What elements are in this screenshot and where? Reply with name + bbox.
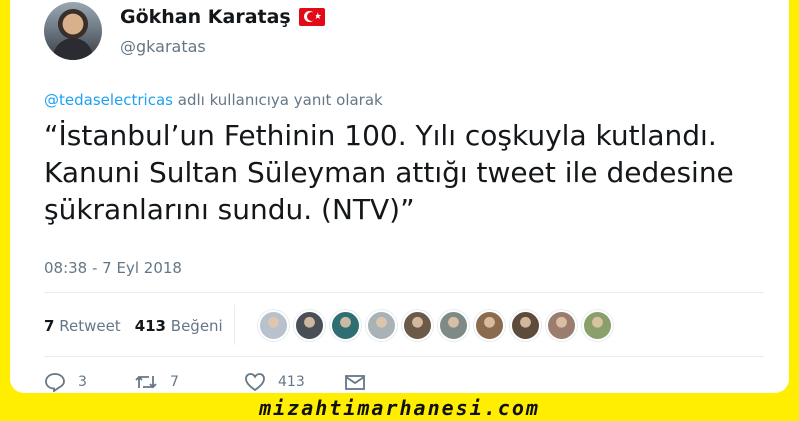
retweet-count: 7: [170, 374, 179, 390]
liker-avatar[interactable]: [366, 310, 397, 341]
like-stat-count: 413: [134, 317, 166, 335]
liker-avatar[interactable]: [474, 310, 505, 341]
user-name-row: Gökhan Karataş ★: [120, 6, 325, 28]
tweet-timestamp[interactable]: 08:38 - 7 Eyl 2018: [44, 259, 182, 277]
like-stat[interactable]: 413 Beğeni: [135, 317, 223, 335]
tweet-card: Gökhan Karataş ★ @gkaratas @tedaselectri…: [10, 0, 789, 393]
direct-message-button[interactable]: [344, 373, 366, 391]
liker-avatar[interactable]: [510, 310, 541, 341]
stats-separator: [234, 305, 235, 345]
tweet-text: “İstanbul’un Fethinin 100. Yılı coşkuyla…: [44, 119, 734, 226]
turkey-flag-icon: ★: [298, 8, 325, 26]
divider: [44, 292, 764, 293]
retweet-stat-label: Retweet: [59, 317, 121, 335]
retweet-icon: [135, 375, 157, 389]
reply-icon: [45, 373, 65, 392]
reply-count: 3: [78, 374, 87, 390]
liker-avatars: [258, 310, 613, 341]
reply-context: @tedaselectricas adlı kullanıcıya yanıt …: [44, 91, 383, 109]
liker-avatar[interactable]: [582, 310, 613, 341]
like-button[interactable]: 413: [244, 372, 344, 392]
engagement-stats: 7 Retweet 413 Beğeni: [44, 317, 223, 335]
liker-avatar[interactable]: [258, 310, 289, 341]
like-count: 413: [278, 374, 305, 390]
retweet-stat[interactable]: 7 Retweet: [44, 317, 121, 335]
watermark-text: mizahtimarhanesi.com: [259, 396, 540, 420]
divider: [44, 356, 764, 357]
liker-avatar[interactable]: [402, 310, 433, 341]
envelope-icon: [345, 375, 365, 390]
liker-avatar[interactable]: [330, 310, 361, 341]
retweet-stat-count: 7: [44, 317, 55, 335]
heart-icon: [245, 373, 265, 392]
like-stat-label: Beğeni: [170, 317, 223, 335]
liker-avatar[interactable]: [546, 310, 577, 341]
avatar[interactable]: [44, 2, 102, 60]
user-handle[interactable]: @gkaratas: [120, 37, 206, 56]
reply-button[interactable]: 3: [44, 372, 134, 392]
retweet-button[interactable]: 7: [134, 373, 244, 391]
liker-avatar[interactable]: [438, 310, 469, 341]
reply-mention-link[interactable]: @tedaselectricas: [44, 91, 173, 109]
reply-context-text: adlı kullanıcıya yanıt olarak: [172, 91, 383, 109]
tweet-actions: 3 7 413: [44, 372, 366, 392]
display-name[interactable]: Gökhan Karataş: [120, 6, 291, 28]
liker-avatar[interactable]: [294, 310, 325, 341]
